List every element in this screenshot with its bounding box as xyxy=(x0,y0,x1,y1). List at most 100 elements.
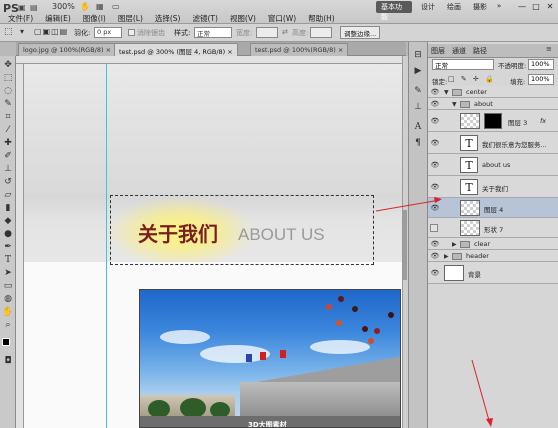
tab-test-300[interactable]: test.psd @ 300% (图层 4, RGB/8) × xyxy=(114,43,238,56)
layer-row-background[interactable]: 👁 背景 xyxy=(428,262,558,284)
screen-mode-icon[interactable]: ▭ xyxy=(112,2,120,11)
opacity-input[interactable]: 100% xyxy=(528,59,554,70)
healing-brush-icon[interactable]: ✚ xyxy=(2,138,14,149)
workspace-essentials-button[interactable]: 基本功能 xyxy=(376,1,412,21)
type-tool-icon[interactable]: T xyxy=(2,255,14,266)
quick-mask-icon[interactable]: ◘ xyxy=(2,356,14,367)
gradient-tool-icon[interactable]: ▮ xyxy=(2,203,14,214)
layer-row-text-aboutus[interactable]: 👁 T about us xyxy=(428,154,558,176)
eraser-tool-icon[interactable]: ▱ xyxy=(2,190,14,201)
path-select-icon[interactable]: ➤ xyxy=(2,268,14,279)
history-brush-icon[interactable]: ↺ xyxy=(2,177,14,188)
layer-row-text-service[interactable]: 👁 T 我们很乐意为您服务... xyxy=(428,132,558,154)
collapse-triangle-icon[interactable]: ▶ xyxy=(444,253,449,260)
marquee-tool-icon[interactable]: ⬚ xyxy=(2,73,14,84)
paragraph-panel-icon[interactable]: ¶ xyxy=(411,138,425,150)
tab-logo[interactable]: logo.jpg @ 100%(RGB/8) × xyxy=(18,43,117,56)
visibility-eye-icon[interactable]: 👁 xyxy=(430,204,440,212)
collapse-triangle-icon[interactable]: ▶ xyxy=(452,241,457,248)
maximize-button[interactable]: □ xyxy=(530,2,542,12)
quick-select-icon[interactable]: ✎ xyxy=(2,99,14,110)
brush-tool-icon[interactable]: ✐ xyxy=(2,151,14,162)
style-select[interactable]: 正常 xyxy=(194,27,232,38)
layer-row-text-guanyu[interactable]: 👁 T 关于我们 xyxy=(428,176,558,198)
visibility-off-box[interactable] xyxy=(430,224,438,232)
zoom-tool-icon[interactable]: ⌕ xyxy=(2,320,14,331)
clone-source-icon[interactable]: ⊥ xyxy=(411,102,425,114)
menu-window[interactable]: 窗口(W) xyxy=(262,13,302,24)
hand-tool-icon[interactable]: ✋ xyxy=(2,307,14,318)
visibility-eye-icon[interactable]: 👁 xyxy=(430,240,440,248)
arrange-icon[interactable]: ▦ xyxy=(96,2,104,11)
menu-layer[interactable]: 图层(L) xyxy=(112,13,149,24)
fx-badge[interactable]: fx xyxy=(540,117,546,125)
dodge-tool-icon[interactable]: ● xyxy=(2,229,14,240)
fill-input[interactable]: 100% xyxy=(528,74,554,85)
menu-view[interactable]: 视图(V) xyxy=(224,13,262,24)
menu-image[interactable]: 图像(I) xyxy=(77,13,112,24)
expand-triangle-icon[interactable]: ▼ xyxy=(452,101,457,108)
crop-tool-icon[interactable]: ⌗ xyxy=(2,112,14,123)
lasso-tool-icon[interactable]: ◌ xyxy=(2,86,14,97)
hand-view-icon[interactable]: ✋ xyxy=(80,2,90,11)
minibridge-icon[interactable]: ▤ xyxy=(30,3,38,12)
layer-mask-thumbnail[interactable] xyxy=(484,113,502,129)
layer-row-clear[interactable]: 👁 ▶ clear xyxy=(428,238,558,250)
tab-paths[interactable]: 路径 xyxy=(473,46,487,56)
workspace-design-button[interactable]: 设计 xyxy=(416,1,440,13)
visibility-eye-icon[interactable]: 👁 xyxy=(430,183,440,191)
width-input[interactable] xyxy=(256,27,278,38)
swap-icon[interactable]: ⇄ xyxy=(282,28,288,36)
workspace-more-button[interactable]: » xyxy=(492,1,506,13)
menu-select[interactable]: 选择(S) xyxy=(149,13,187,24)
document-canvas[interactable]: 关于我们 ABOUT US 3D大图素材 xyxy=(24,64,402,428)
visibility-eye-icon[interactable]: 👁 xyxy=(430,161,440,169)
bridge-icon[interactable]: ▣ xyxy=(18,3,26,12)
marquee-tool-icon[interactable]: ⬚ xyxy=(4,27,13,37)
layer-row-layer3[interactable]: 👁 图层 3 fx xyxy=(428,110,558,132)
tool-preset-icon[interactable]: ▾ xyxy=(20,27,24,36)
minimize-button[interactable]: — xyxy=(516,2,528,12)
menu-filter[interactable]: 滤镜(T) xyxy=(187,13,224,24)
layer-row-about[interactable]: 👁 ▼ about xyxy=(428,98,558,110)
selection-mode-icons[interactable]: ▢▣◫▤ xyxy=(34,27,68,36)
vertical-guide[interactable] xyxy=(106,64,107,428)
visibility-eye-icon[interactable]: 👁 xyxy=(430,252,440,260)
height-input[interactable] xyxy=(310,27,332,38)
visibility-eye-icon[interactable]: 👁 xyxy=(430,269,440,277)
move-tool-icon[interactable]: ✥ xyxy=(2,60,14,71)
close-button[interactable]: ✕ xyxy=(544,2,556,12)
visibility-eye-icon[interactable]: 👁 xyxy=(430,139,440,147)
shape-tool-icon[interactable]: ▭ xyxy=(2,281,14,292)
layer-row-center[interactable]: 👁 ▼ center xyxy=(428,86,558,98)
panel-menu-icon[interactable]: ≡ xyxy=(546,45,552,53)
lock-icons[interactable]: □ ✎ ✛ 🔒 xyxy=(448,75,496,83)
expand-triangle-icon[interactable]: ▼ xyxy=(444,89,449,96)
eyedropper-icon[interactable]: ⁄ xyxy=(2,125,14,136)
tab-test-100[interactable]: test.psd @ 100%(RGB/8) × xyxy=(250,43,349,56)
layer-row-layer4[interactable]: 👁 图层 4 xyxy=(428,198,558,218)
brush-panel-icon[interactable]: ✎ xyxy=(411,86,425,98)
clone-stamp-icon[interactable]: ⊥ xyxy=(2,164,14,175)
feather-input[interactable]: 0 px xyxy=(94,27,122,38)
refine-edge-button[interactable]: 调整边缘... xyxy=(340,26,381,39)
visibility-eye-icon[interactable]: 👁 xyxy=(430,100,440,108)
antialias-checkbox[interactable] xyxy=(128,29,135,36)
foreground-color-swatch[interactable] xyxy=(2,338,10,346)
layer-row-shape7[interactable]: 形状 7 xyxy=(428,218,558,238)
menu-file[interactable]: 文件(F) xyxy=(2,13,39,24)
history-panel-icon[interactable]: ⊟ xyxy=(411,50,425,62)
actions-panel-icon[interactable]: ▶ xyxy=(411,66,425,78)
menu-help[interactable]: 帮助(H) xyxy=(302,13,341,24)
visibility-eye-icon[interactable]: 👁 xyxy=(430,88,440,96)
zoom-level[interactable]: 300% xyxy=(52,2,75,11)
menu-edit[interactable]: 编辑(E) xyxy=(39,13,77,24)
workspace-paint-button[interactable]: 绘画 xyxy=(442,1,466,13)
marquee-selection[interactable] xyxy=(110,195,374,265)
character-panel-icon[interactable]: A xyxy=(411,122,425,134)
tab-channels[interactable]: 通道 xyxy=(452,46,466,56)
blur-tool-icon[interactable]: ◆ xyxy=(2,216,14,227)
layer-row-header[interactable]: 👁 ▶ header xyxy=(428,250,558,262)
pen-tool-icon[interactable]: ✒ xyxy=(2,242,14,253)
scrollbar-thumb[interactable] xyxy=(403,210,407,280)
